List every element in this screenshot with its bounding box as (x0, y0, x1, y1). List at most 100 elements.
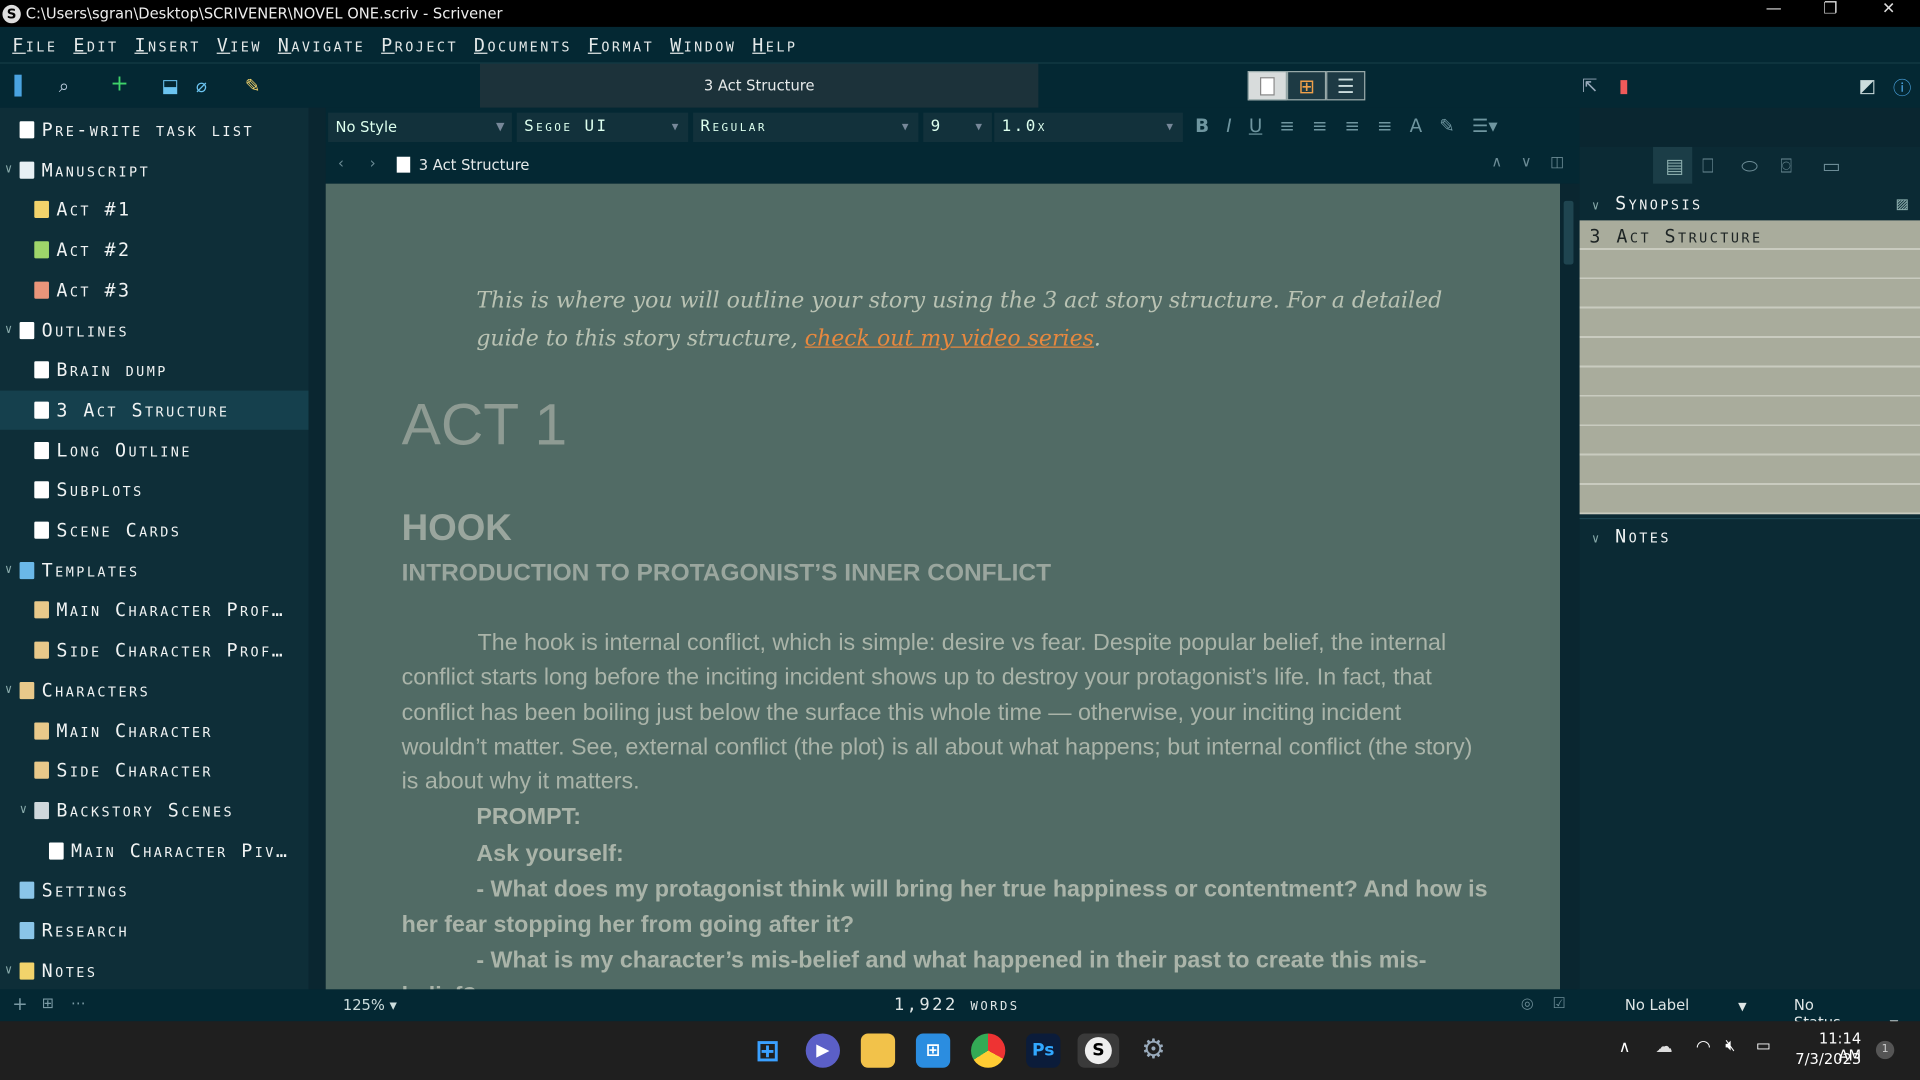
line-spacing-select[interactable]: 1.0x ▼ (994, 112, 1183, 143)
text-color-icon[interactable]: A (1410, 115, 1423, 137)
image-icon[interactable]: ▨ (1897, 186, 1911, 220)
highlight-icon[interactable]: ✎ (1439, 115, 1454, 137)
comments-tab-icon[interactable]: ▭ (1822, 154, 1841, 177)
microsoft-store-icon[interactable]: ⊞ (915, 1033, 951, 1068)
edit-note-icon[interactable]: ✎ (245, 75, 260, 97)
align-justify-icon[interactable]: ≡ (1345, 115, 1360, 137)
chevron-down-icon[interactable]: ∨ (5, 563, 15, 576)
view-corkboard-button[interactable]: ⊞ (1286, 71, 1327, 101)
metadata-tab-icon[interactable]: ⬭ (1741, 154, 1758, 178)
video-series-link[interactable]: check out my video series (805, 326, 1094, 352)
binder-item[interactable]: ∨ Outlines (0, 310, 309, 349)
binder-item[interactable]: Act #3 (0, 270, 309, 309)
menu-window[interactable]: Window (670, 34, 736, 56)
chevron-down-icon[interactable]: ∨ (5, 684, 15, 697)
notes-header[interactable]: ∨ Notes (1579, 517, 1920, 552)
binder-item[interactable]: Main Character Piv… (0, 831, 309, 870)
align-right-icon[interactable]: ≡ (1377, 115, 1392, 137)
binder-item[interactable]: Settings (0, 871, 309, 910)
previous-doc-icon[interactable]: ∧ (1491, 153, 1502, 170)
bookmarks-tab-icon[interactable]: ⎕ (1702, 154, 1714, 178)
split-view-icon[interactable]: ◫ (1550, 153, 1564, 170)
binder-item[interactable]: ∨ Notes (0, 951, 309, 990)
binder-item[interactable]: ∨ Backstory Scenes (0, 791, 309, 830)
binder-item[interactable]: Subplots (0, 471, 309, 510)
windows-start-icon[interactable]: ⊞ (751, 1033, 785, 1067)
onedrive-icon[interactable]: ☁ (1656, 1037, 1673, 1057)
synopsis-header[interactable]: ∨ Synopsis ▨ (1580, 186, 1920, 220)
minimize-button[interactable]: — (1766, 0, 1782, 18)
synopsis-tab-icon[interactable]: ▤ (1653, 146, 1693, 184)
bold-button[interactable]: B (1195, 115, 1209, 137)
scrivener-taskbar-icon[interactable]: S (1077, 1033, 1120, 1068)
menu-file[interactable]: File (12, 34, 57, 56)
menu-documents[interactable]: Documents (474, 34, 572, 56)
back-arrow-icon[interactable]: ‹ (338, 154, 344, 171)
binder-item[interactable]: Act #1 (0, 190, 309, 229)
synopsis-card[interactable]: 3 Act Structure (1579, 220, 1920, 515)
forward-arrow-icon[interactable]: › (370, 154, 376, 171)
chrome-icon[interactable] (971, 1033, 1006, 1068)
menu-view[interactable]: View (217, 34, 262, 56)
menu-insert[interactable]: Insert (134, 34, 200, 56)
binder-item[interactable]: Main Character Prof… (0, 591, 309, 630)
binder-scrollbar[interactable] (308, 107, 326, 990)
font-size-select[interactable]: 9 ▼ (923, 112, 992, 143)
next-doc-icon[interactable]: ∨ (1521, 153, 1532, 170)
document-tab[interactable]: 3 Act Structure (480, 63, 1039, 108)
binder-item[interactable]: Long Outline (0, 431, 309, 470)
menu-project[interactable]: Project (381, 34, 458, 56)
menu-edit[interactable]: Edit (73, 34, 118, 56)
align-center-icon[interactable]: ≡ (1312, 115, 1327, 137)
view-outline-button[interactable]: ☰ (1326, 71, 1366, 101)
comment-check-icon[interactable]: ☑ (1553, 994, 1566, 1011)
font-select[interactable]: Segoe UI ▼ (516, 112, 689, 143)
photoshop-icon[interactable]: Ps (1026, 1033, 1061, 1068)
synopsis-title[interactable]: 3 Act Structure (1589, 225, 1762, 247)
add-item-icon[interactable]: + (12, 993, 27, 1015)
notification-badge[interactable]: 1 (1875, 1040, 1895, 1060)
bookmark-icon[interactable]: ▮ (1619, 75, 1629, 97)
settings-gear-icon[interactable]: ⚙ (1136, 1033, 1170, 1067)
binder-item[interactable]: Scene Cards (0, 511, 309, 550)
binder-item[interactable]: ∨ Characters (0, 671, 309, 710)
menu-help[interactable]: Help (752, 34, 797, 56)
file-explorer-icon[interactable] (860, 1033, 896, 1068)
share-icon[interactable]: ⇱ (1582, 75, 1597, 97)
attachment-icon[interactable]: ⌀ (196, 75, 207, 97)
binder-item[interactable]: ∨ Templates (0, 551, 309, 590)
volume-muted-icon[interactable]: 🔇︎ (1725, 1037, 1735, 1055)
style-select[interactable]: No Style ▼ (328, 112, 512, 143)
restore-button[interactable]: ❐ (1823, 0, 1837, 18)
battery-icon[interactable]: ▭ (1756, 1037, 1771, 1055)
binder-item[interactable]: Act #2 (0, 230, 309, 269)
chevron-down-icon[interactable]: ∨ (20, 804, 30, 817)
add-folder-icon[interactable]: ⊞ (42, 994, 54, 1011)
search-icon[interactable]: ⌕ (59, 75, 69, 97)
zoom-select[interactable]: 125% ▾ (343, 997, 397, 1014)
teams-chat-icon[interactable]: ▶ (805, 1033, 840, 1068)
target-icon[interactable]: ◎ (1521, 994, 1534, 1011)
binder-item[interactable]: ∨ Manuscript (0, 150, 309, 189)
snapshot-tab-icon[interactable]: ⌼ (1780, 154, 1792, 178)
italic-button[interactable]: I (1226, 115, 1231, 137)
binder-item[interactable]: Research (0, 911, 309, 950)
chevron-down-icon[interactable]: ∨ (5, 964, 15, 977)
weight-select[interactable]: Regular ▼ (693, 112, 919, 143)
compose-icon[interactable]: ◩ (1859, 75, 1876, 97)
label-select[interactable]: No Label ▼ (1625, 997, 1747, 1014)
clock-date[interactable]: 7/3/2023 (1795, 1051, 1861, 1068)
tray-chevron-icon[interactable]: ∧ (1619, 1038, 1631, 1056)
info-icon[interactable]: ⓘ (1893, 75, 1911, 101)
menu-navigate[interactable]: Navigate (278, 34, 365, 56)
view-document-button[interactable] (1247, 71, 1287, 101)
binder-item[interactable]: Side Character (0, 751, 309, 790)
binder-item[interactable]: Side Character Prof… (0, 631, 309, 670)
add-icon[interactable]: + (110, 71, 128, 97)
more-icon[interactable]: ⋯ (71, 994, 86, 1011)
underline-button[interactable]: U (1249, 115, 1262, 137)
menu-format[interactable]: Format (588, 34, 654, 56)
trash-icon[interactable]: ⬓ (162, 75, 179, 97)
editor[interactable]: This is where you will outline your stor… (325, 183, 1560, 990)
chevron-down-icon[interactable]: ∨ (5, 323, 15, 336)
